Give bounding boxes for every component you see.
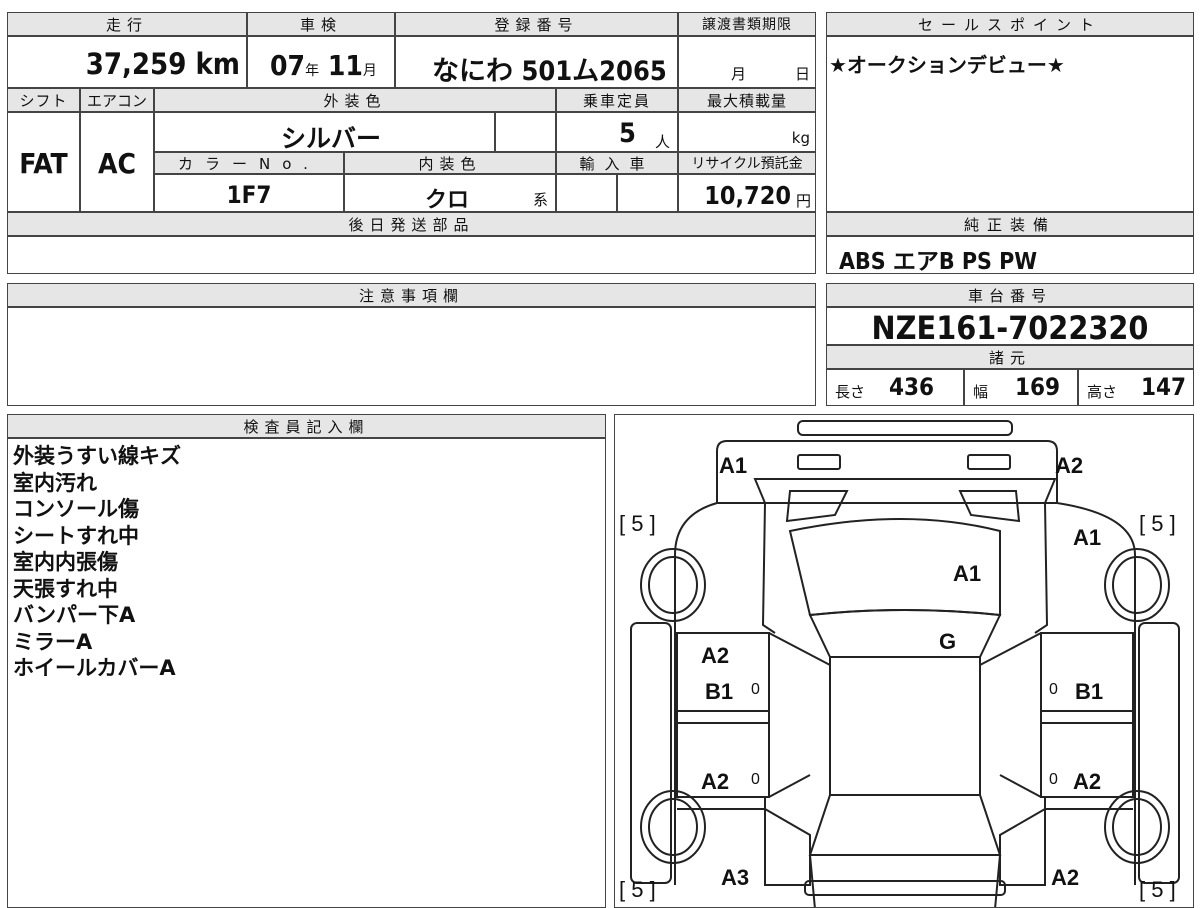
left-front-door-damage: A2	[701, 643, 730, 668]
capacity-cell: 5 人	[556, 112, 678, 152]
recycle-value: 10,720	[704, 181, 791, 210]
exterior-color-extra-cell	[495, 112, 556, 152]
caution-cell	[7, 307, 816, 406]
dimension-width-cell: 幅 169	[964, 369, 1078, 406]
color-no-value: 1F7	[226, 181, 272, 209]
note-line: ミラーA	[13, 629, 93, 654]
sales-point-cell: ★オークションデビュー★	[826, 36, 1194, 212]
chassis-header: 車台番号	[826, 283, 1194, 307]
left-front-zero: 0	[751, 681, 760, 698]
inspector-notes-cell: 外装うすい線キズ 室内汚れ コンソール傷 シートすれ中 室内内張傷 天張すれ中 …	[7, 438, 606, 908]
recycle-cell: 10,720 円	[678, 174, 816, 212]
color-no-header: カラーNo.	[154, 152, 344, 174]
registration-header: 登録番号	[395, 12, 678, 36]
inspection-month: 11	[327, 49, 363, 82]
note-line: ホイールカバーA	[13, 656, 176, 680]
registration-value: なにわ 501ム2065	[432, 56, 667, 87]
import-header: 輸入車	[556, 152, 678, 174]
shift-cell: FAT	[7, 112, 80, 212]
ac-value: AC	[98, 147, 136, 180]
ac-header: エアコン	[80, 88, 154, 112]
dimension-length-cell: 長さ 436	[826, 369, 964, 406]
height-value: 147	[1141, 373, 1187, 401]
genuine-equipment-header: 純正装備	[826, 212, 1194, 236]
car-diagram-panel: [ 5 ] [ 5 ] [ 5 ] [ 5 ] A1 A2 A1 A1 G A2…	[614, 414, 1194, 908]
max-load-cell: kg	[678, 112, 816, 152]
right-fender-damage: A1	[1073, 525, 1102, 550]
left-front-b-damage: B1	[705, 679, 734, 704]
left-rear-quarter-damage: A3	[721, 865, 750, 890]
right-rear-door-damage: A2	[1073, 769, 1102, 794]
later-parts-cell	[7, 236, 816, 274]
sales-point-header: セールスポイント	[826, 12, 1194, 36]
note-line: シートすれ中	[13, 523, 139, 548]
mileage-value: 37,259	[85, 47, 187, 81]
interior-color-value: クロ	[425, 188, 470, 213]
inspection-year: 07	[270, 49, 306, 82]
left-rear-door-damage: A2	[701, 769, 730, 794]
import-cell-b	[617, 174, 678, 212]
chassis-value: NZE161-7022320	[871, 309, 1149, 347]
sales-point-text: ★オークションデビュー★	[829, 53, 1065, 77]
width-value: 169	[1015, 373, 1061, 401]
genuine-equipment-text: ABS エアB PS PW	[839, 249, 1038, 275]
ac-cell: AC	[80, 112, 154, 212]
interior-color-cell: クロ 系	[344, 174, 556, 213]
note-line: 外装うすい線キズ	[13, 444, 181, 468]
note-line: 室内汚れ	[13, 470, 97, 495]
tire-front-right-label: [ 5 ]	[1139, 511, 1176, 536]
import-cell-a	[556, 174, 617, 212]
hood-damage: A1	[953, 561, 982, 586]
chassis-cell: NZE161-7022320	[826, 307, 1194, 347]
tire-front-left-label: [ 5 ]	[619, 511, 656, 536]
caution-header: 注意事項欄	[7, 283, 816, 307]
tire-rear-right-label: [ 5 ]	[1139, 877, 1176, 902]
mileage-header: 走行	[7, 12, 247, 36]
front-right-damage: A2	[1055, 453, 1084, 478]
mileage-unit: km	[195, 47, 240, 81]
note-line: コンソール傷	[13, 497, 139, 521]
max-load-header: 最大積載量	[678, 88, 816, 112]
right-rear-quarter-damage: A2	[1051, 865, 1080, 890]
right-front-zero: 0	[1049, 681, 1058, 698]
shift-value: FAT	[19, 147, 68, 180]
recycle-header: リサイクル預託金	[678, 152, 816, 174]
shift-header: シフト	[7, 88, 80, 112]
dimension-height-cell: 高さ 147	[1078, 369, 1194, 406]
transfer-deadline-cell: 月 日	[678, 36, 816, 88]
inspection-cell: 07年 11月	[247, 36, 395, 88]
note-line: バンパー下A	[13, 603, 136, 627]
dimensions-header: 諸元	[826, 345, 1194, 369]
windshield-damage: G	[939, 629, 957, 654]
genuine-equipment-cell: ABS エアB PS PW	[826, 236, 1194, 275]
note-line: 室内内張傷	[13, 550, 118, 574]
right-front-b-damage: B1	[1075, 679, 1104, 704]
left-rear-zero: 0	[751, 771, 760, 788]
exterior-color-cell: シルバー	[154, 112, 495, 153]
color-no-cell: 1F7	[154, 174, 344, 212]
exterior-color-value: シルバー	[281, 124, 382, 153]
capacity-header: 乗車定員	[556, 88, 678, 112]
right-rear-zero: 0	[1049, 771, 1058, 788]
transfer-deadline-header: 譲渡書類期限	[678, 12, 816, 36]
interior-color-header: 内装色	[344, 152, 556, 174]
registration-cell: なにわ 501ム2065	[395, 36, 678, 88]
exterior-color-header: 外装色	[154, 88, 556, 112]
inspector-notes-list: 外装うすい線キズ 室内汚れ コンソール傷 シートすれ中 室内内張傷 天張すれ中 …	[13, 443, 181, 682]
mileage-cell: 37,259 km	[7, 36, 247, 88]
tire-rear-left-label: [ 5 ]	[619, 877, 656, 902]
later-parts-header: 後日発送部品	[7, 212, 816, 236]
capacity-value: 5	[619, 118, 636, 149]
note-line: 天張すれ中	[13, 576, 118, 601]
inspection-header: 車検	[247, 12, 395, 36]
front-left-damage: A1	[719, 453, 748, 478]
inspector-header: 検査員記入欄	[7, 414, 606, 438]
length-value: 436	[889, 373, 935, 401]
